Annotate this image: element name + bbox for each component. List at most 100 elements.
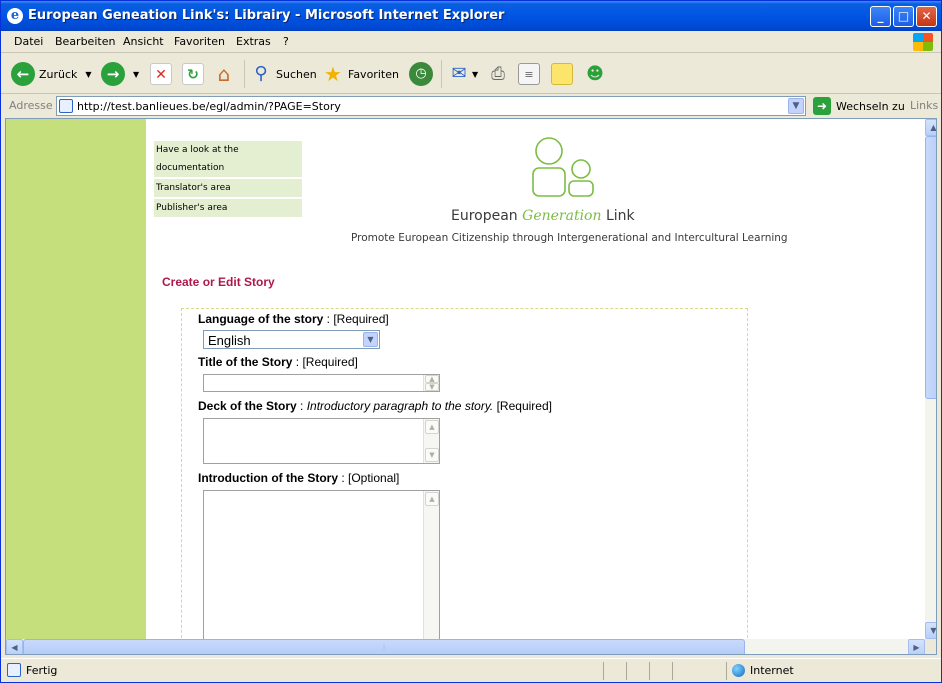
toolbar: ← Zurück ▼ → ▼ ✕ ↻ ⌂ ⚲ Suchen ★ Favorite… bbox=[1, 54, 941, 94]
page-vertical-scrollbar[interactable]: ▲ ▼ bbox=[925, 119, 936, 639]
links-toolbar[interactable]: Links bbox=[910, 99, 938, 112]
window-title: European Geneation Link's: Librairy - Mi… bbox=[28, 8, 505, 23]
people-logo-icon bbox=[532, 137, 594, 197]
page-viewport: Have a look at the documentation Transla… bbox=[5, 118, 937, 655]
stop-button[interactable]: ✕ bbox=[150, 58, 172, 90]
go-arrow-icon: ➜ bbox=[813, 97, 831, 115]
nav-publishers-link[interactable]: Publisher's area bbox=[154, 199, 302, 217]
deck-sep: : bbox=[296, 399, 307, 413]
intro-label: Introduction of the Story bbox=[198, 471, 338, 485]
forward-button[interactable]: → ▼ bbox=[101, 58, 139, 90]
edit-button[interactable]: ≡ bbox=[518, 58, 540, 90]
search-label: Suchen bbox=[276, 67, 317, 81]
stop-icon: ✕ bbox=[150, 63, 172, 85]
scroll-right-button[interactable]: ▶ bbox=[908, 639, 925, 654]
nav-documentation-link[interactable]: Have a look at the documentation bbox=[154, 141, 302, 177]
security-zone-text: Internet bbox=[750, 664, 794, 677]
toolbar-separator bbox=[441, 60, 442, 88]
story-title-input[interactable]: ▲ ▼ bbox=[203, 374, 440, 392]
print-icon: ⎙ bbox=[491, 64, 505, 84]
minimize-button[interactable]: _ bbox=[870, 6, 891, 27]
nav-translators-link[interactable]: Translator's area bbox=[154, 179, 302, 197]
forward-dropdown-icon[interactable]: ▼ bbox=[133, 70, 139, 79]
messenger-button[interactable]: ☻ bbox=[584, 58, 606, 90]
logo-text-generation: Generation bbox=[522, 208, 602, 224]
back-dropdown-icon[interactable]: ▼ bbox=[85, 70, 91, 79]
intro-hint: : [Optional] bbox=[338, 471, 400, 485]
history-button[interactable]: ◷ bbox=[409, 58, 433, 90]
spin-down-icon[interactable]: ▼ bbox=[425, 383, 439, 391]
status-divider bbox=[726, 662, 727, 680]
internet-explorer-icon: e bbox=[7, 8, 23, 24]
mail-dropdown-icon[interactable]: ▼ bbox=[472, 70, 478, 79]
go-button[interactable]: ➜ Wechseln zu bbox=[813, 97, 905, 115]
address-label: Adresse bbox=[9, 99, 53, 112]
favorites-button[interactable]: ★ Favoriten bbox=[322, 58, 399, 90]
title-hint: : [Required] bbox=[292, 355, 358, 369]
title-label: Title of the Story bbox=[198, 355, 293, 369]
toolbar-separator bbox=[244, 60, 245, 88]
print-button[interactable]: ⎙ bbox=[487, 58, 509, 90]
page-icon bbox=[59, 99, 73, 113]
scroll-up-button[interactable]: ▲ bbox=[925, 119, 936, 136]
messenger-icon: ☻ bbox=[586, 64, 604, 84]
language-selected-value: English bbox=[208, 333, 251, 348]
scroll-left-button[interactable]: ◀ bbox=[6, 639, 23, 654]
address-dropdown-icon[interactable]: ▼ bbox=[788, 98, 804, 114]
back-label: Zurück bbox=[39, 67, 78, 81]
deck-label: Deck of the Story bbox=[198, 399, 297, 413]
home-icon: ⌂ bbox=[217, 62, 231, 86]
horizontal-scroll-thumb[interactable]: ⦙ bbox=[23, 639, 745, 654]
story-intro-textarea[interactable]: ▲ bbox=[203, 490, 440, 654]
scrollbar-corner bbox=[925, 639, 936, 654]
menu-bar: Datei Bearbeiten Ansicht Favoriten Extra… bbox=[1, 31, 941, 53]
menu-help[interactable]: ? bbox=[283, 35, 289, 48]
menu-bearbeiten[interactable]: Bearbeiten bbox=[55, 35, 115, 48]
scroll-up-icon[interactable]: ▲ bbox=[425, 492, 439, 506]
back-button[interactable]: ← Zurück ▼ bbox=[11, 58, 92, 90]
left-decorative-band bbox=[6, 119, 146, 654]
deck-hint: [Required] bbox=[493, 399, 552, 413]
refresh-icon: ↻ bbox=[182, 63, 204, 85]
favorites-star-icon: ★ bbox=[324, 62, 342, 86]
spin-up-icon[interactable]: ▲ bbox=[425, 375, 439, 383]
mail-icon: ✉ bbox=[451, 63, 467, 84]
refresh-button[interactable]: ↻ bbox=[182, 58, 204, 90]
menu-extras[interactable]: Extras bbox=[236, 35, 271, 48]
language-select[interactable]: English ▼ bbox=[203, 330, 380, 349]
vertical-scroll-thumb[interactable] bbox=[925, 136, 936, 399]
status-bar: Fertig Internet bbox=[1, 658, 941, 682]
status-divider bbox=[649, 662, 650, 680]
maximize-button[interactable]: □ bbox=[893, 6, 914, 27]
menu-datei[interactable]: Datei bbox=[14, 35, 43, 48]
address-input[interactable]: http://test.banlieues.be/egl/admin/?PAGE… bbox=[56, 96, 806, 116]
address-url: http://test.banlieues.be/egl/admin/?PAGE… bbox=[77, 100, 341, 113]
close-button[interactable]: ✕ bbox=[916, 6, 937, 27]
home-button[interactable]: ⌂ bbox=[213, 58, 235, 90]
deck-hint-italic: Introductory paragraph to the story. bbox=[306, 399, 494, 413]
mail-button[interactable]: ✉ ▼ bbox=[448, 58, 478, 90]
scroll-down-button[interactable]: ▼ bbox=[925, 622, 936, 639]
search-button[interactable]: ⚲ Suchen bbox=[250, 58, 317, 90]
discuss-button[interactable] bbox=[551, 58, 573, 90]
status-text: Fertig bbox=[26, 664, 58, 677]
windows-logo-icon bbox=[913, 33, 933, 51]
story-deck-textarea[interactable]: ▲ ▼ bbox=[203, 418, 440, 464]
logo-text-link: Link bbox=[601, 208, 635, 224]
site-logo: European Generation Link Promote Europea… bbox=[351, 135, 788, 250]
menu-favoriten[interactable]: Favoriten bbox=[174, 35, 225, 48]
deck-field-label: Deck of the Story : Introductory paragra… bbox=[198, 399, 552, 413]
chevron-down-icon[interactable]: ▼ bbox=[363, 332, 378, 347]
note-icon bbox=[551, 63, 573, 85]
title-field-label: Title of the Story : [Required] bbox=[198, 355, 358, 369]
scroll-up-icon[interactable]: ▲ bbox=[425, 420, 439, 434]
browser-window: e European Geneation Link's: Librairy - … bbox=[0, 0, 942, 683]
logo-text-european: European bbox=[451, 208, 523, 224]
menu-ansicht[interactable]: Ansicht bbox=[123, 35, 164, 48]
edit-icon: ≡ bbox=[518, 63, 540, 85]
title-spinner[interactable]: ▲ ▼ bbox=[423, 375, 439, 391]
page-horizontal-scrollbar[interactable]: ◀ ⦙ ▶ bbox=[6, 639, 925, 654]
scroll-down-icon[interactable]: ▼ bbox=[425, 448, 439, 462]
deck-scrollbar[interactable]: ▲ ▼ bbox=[423, 419, 439, 463]
intro-scrollbar[interactable]: ▲ bbox=[423, 491, 439, 654]
